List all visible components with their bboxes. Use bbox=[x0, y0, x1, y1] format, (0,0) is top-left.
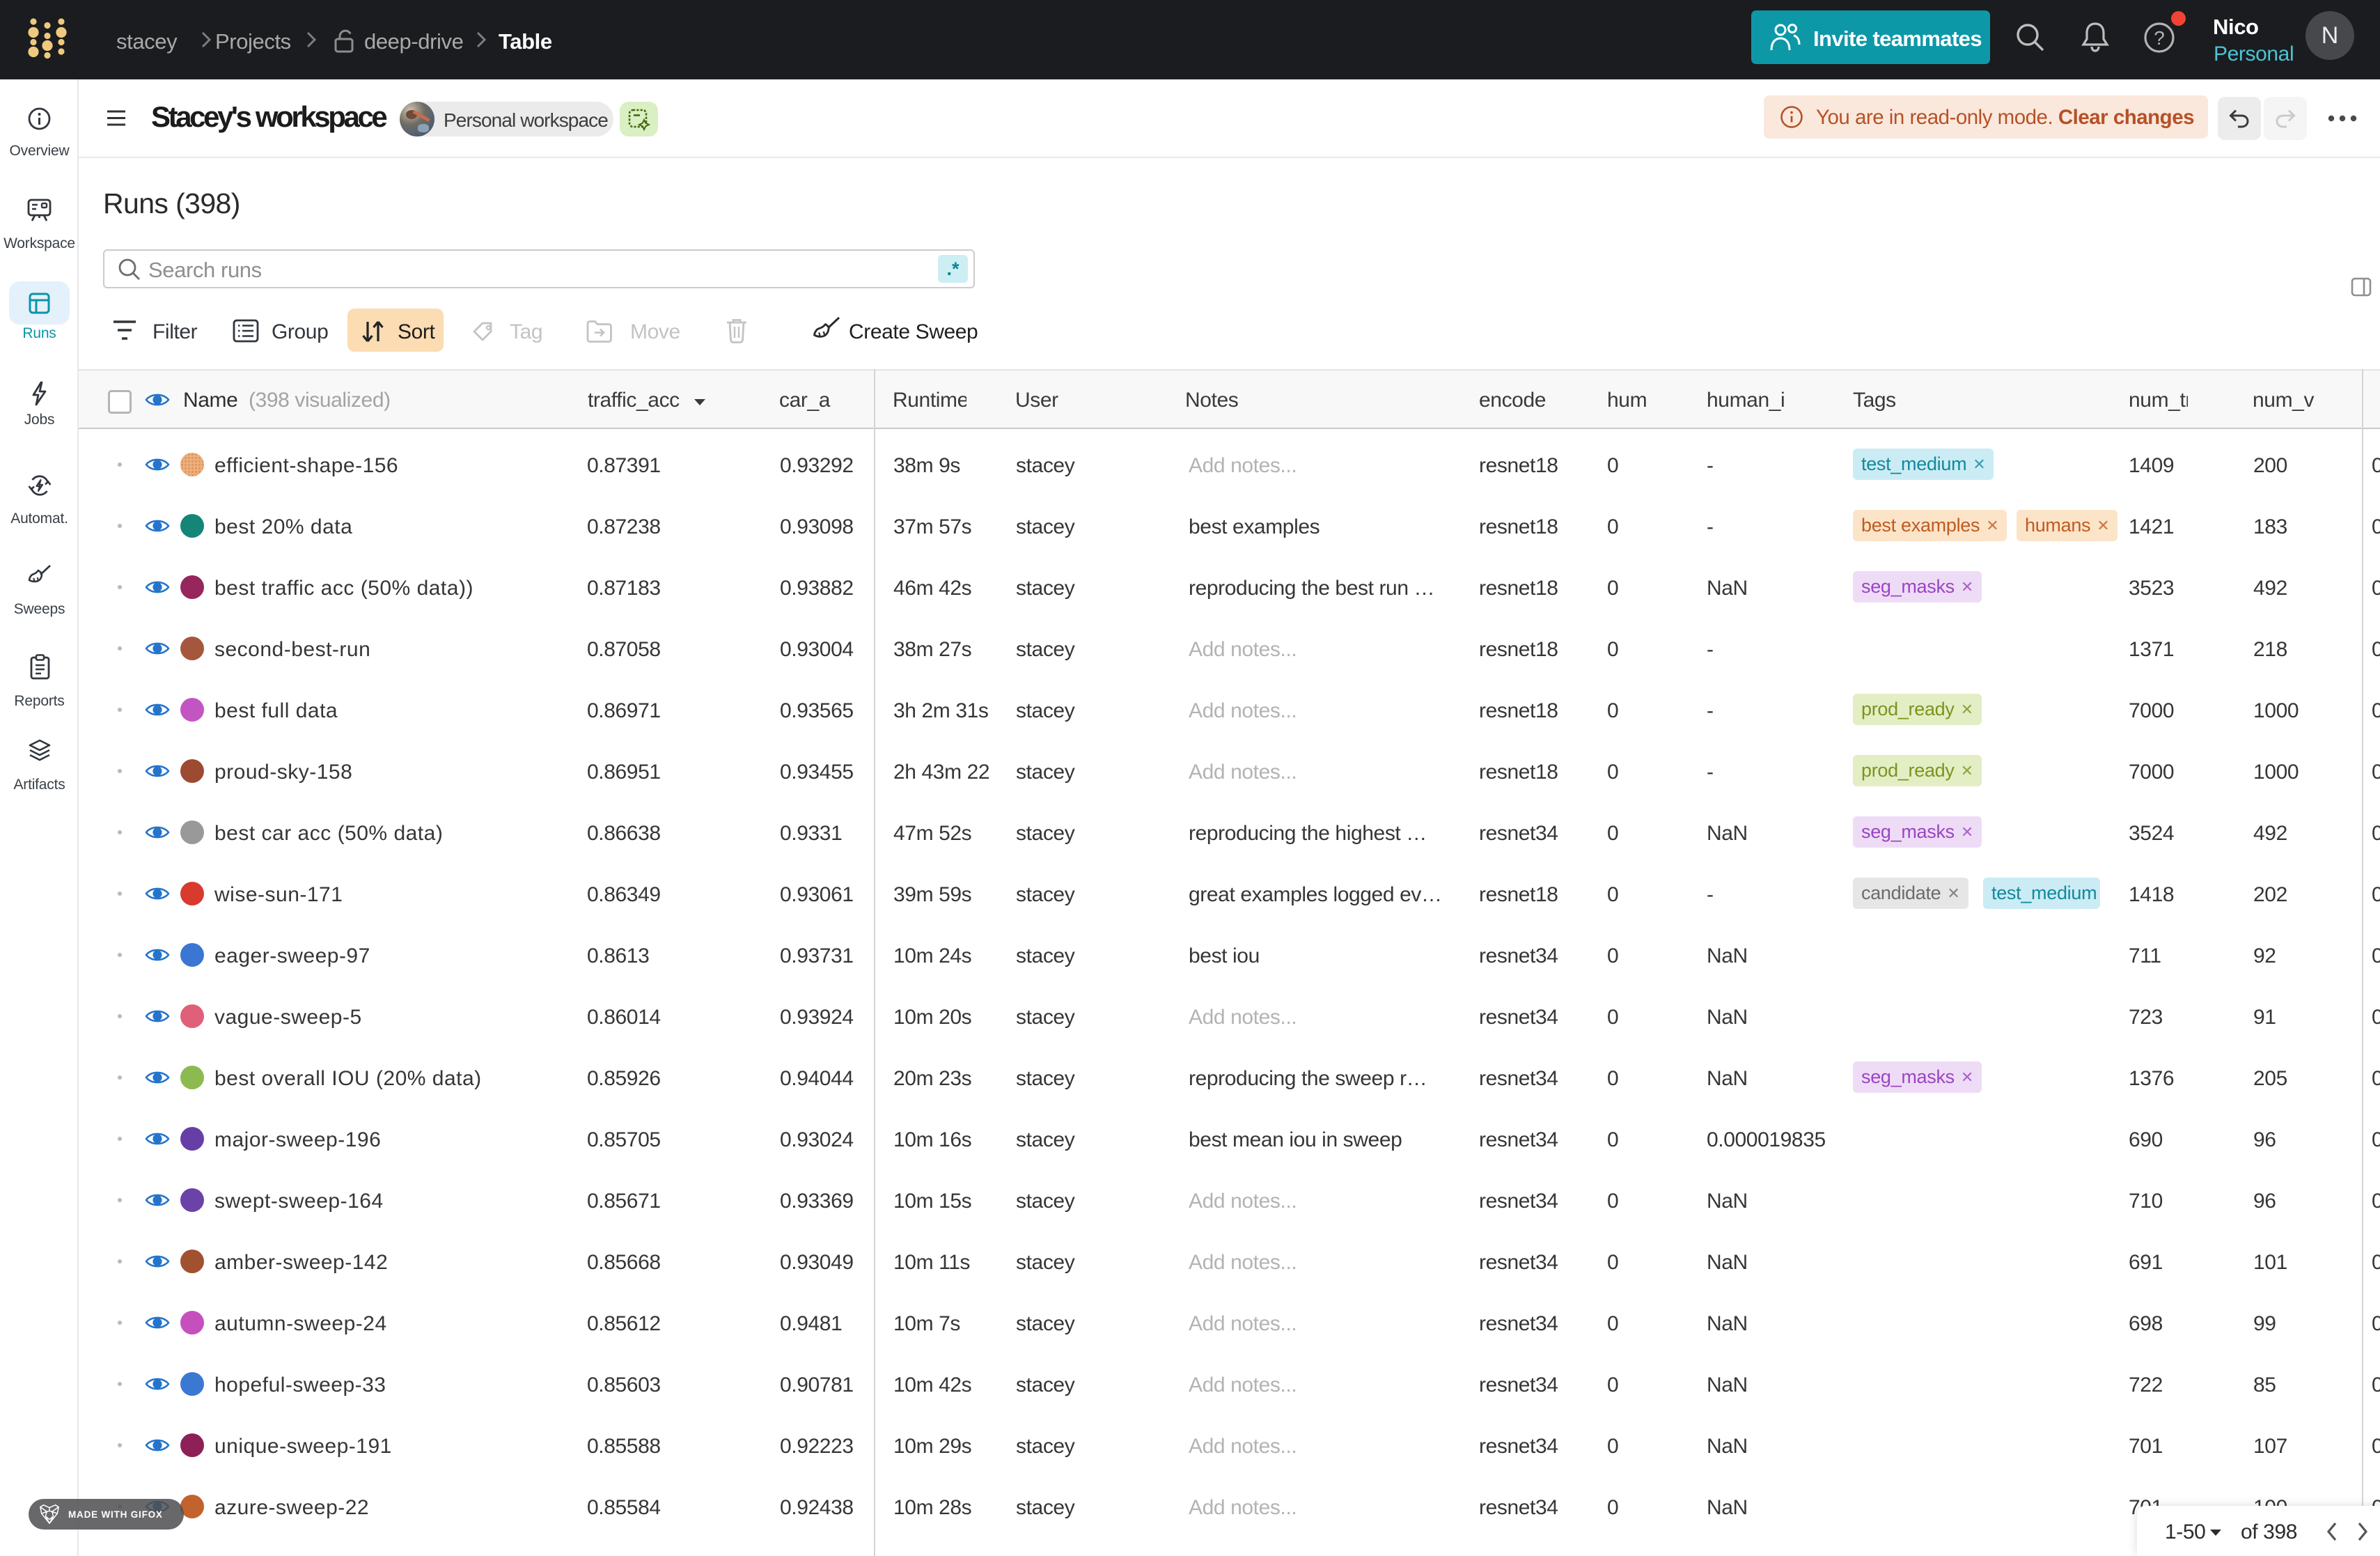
svg-text:?: ? bbox=[2154, 27, 2165, 49]
